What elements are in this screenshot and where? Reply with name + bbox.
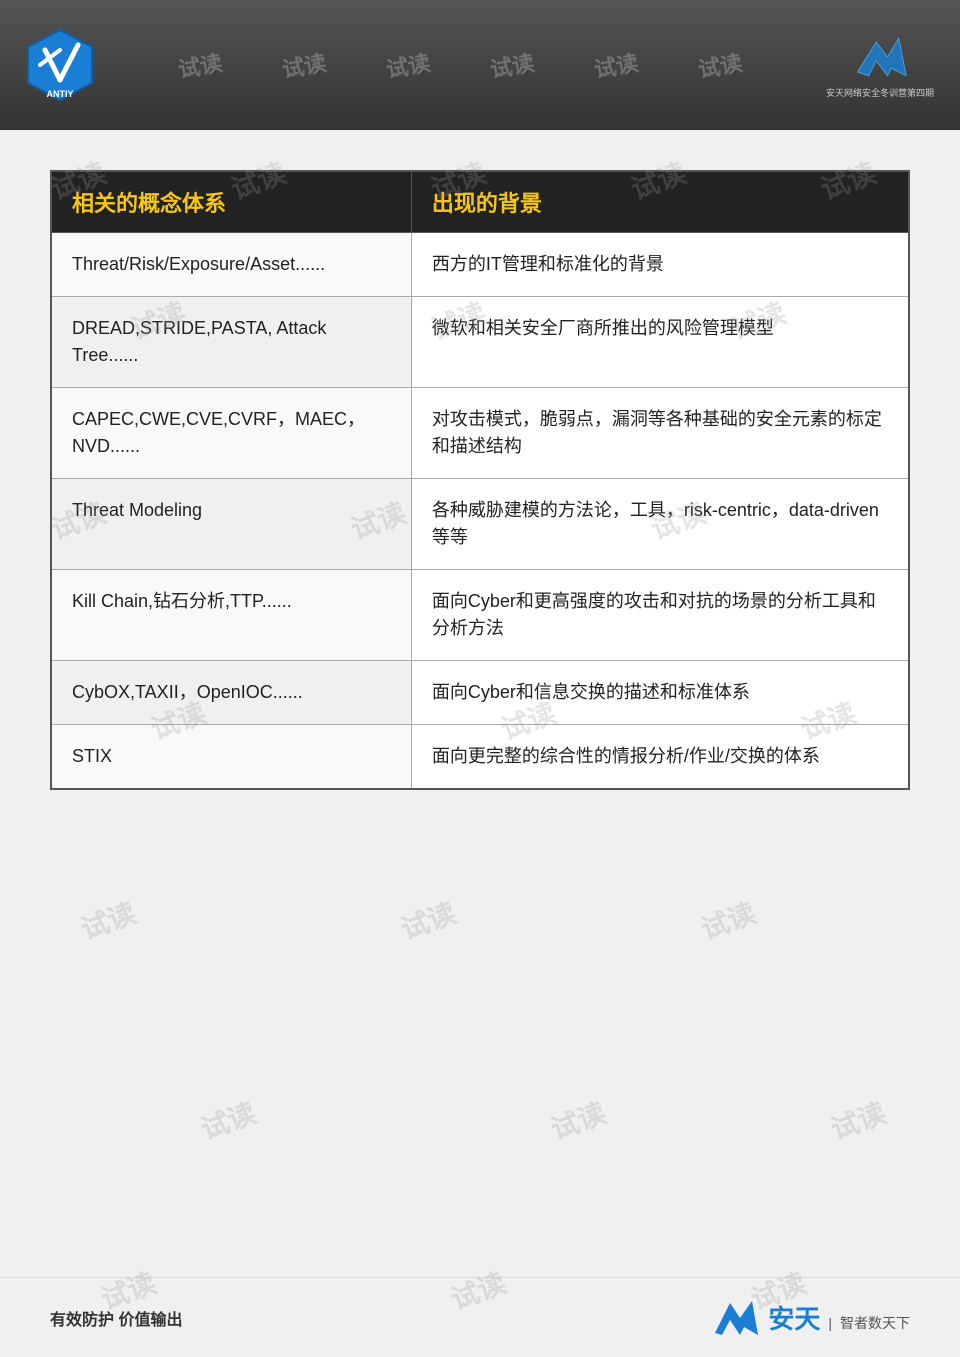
table-row: STIX面向更完整的综合性的情报分析/作业/交换的体系 bbox=[51, 725, 909, 790]
footer-right: 安天 | 智者数天下 bbox=[710, 1298, 910, 1338]
table-cell-col2-2: 对攻击模式，脆弱点，漏洞等各种基础的安全元素的标定和描述结构 bbox=[411, 388, 909, 479]
table-cell-col1-4: Kill Chain,钻石分析,TTP...... bbox=[51, 570, 411, 661]
table-cell-col1-3: Threat Modeling bbox=[51, 479, 411, 570]
table-row: CybOX,TAXII，OpenIOC......面向Cyber和信息交换的描述… bbox=[51, 661, 909, 725]
col1-header: 相关的概念体系 bbox=[51, 171, 411, 233]
header-wm-1: 试读 bbox=[176, 45, 225, 84]
footer: 有效防护 价值输出 安天 | 智者数天下 bbox=[0, 1277, 960, 1357]
table-header-row: 相关的概念体系 出现的背景 bbox=[51, 171, 909, 233]
watermark-16: 试读 bbox=[395, 892, 461, 949]
table-row: Threat Modeling各种威胁建模的方法论，工具，risk-centri… bbox=[51, 479, 909, 570]
footer-left-text: 有效防护 价值输出 bbox=[50, 1306, 182, 1330]
table-cell-col2-4: 面向Cyber和更高强度的攻击和对抗的场景的分析工具和分析方法 bbox=[411, 570, 909, 661]
table-cell-col2-0: 西方的IT管理和标准化的背景 bbox=[411, 233, 909, 297]
header-wm-2: 试读 bbox=[280, 45, 329, 84]
header-watermarks: 试读 试读 试读 试读 试读 试读 bbox=[100, 49, 820, 81]
table-row: Kill Chain,钻石分析,TTP......面向Cyber和更高强度的攻击… bbox=[51, 570, 909, 661]
header-wm-3: 试读 bbox=[384, 45, 433, 84]
table-row: Threat/Risk/Exposure/Asset......西方的IT管理和… bbox=[51, 233, 909, 297]
table-cell-col1-1: DREAD,STRIDE,PASTA, Attack Tree...... bbox=[51, 297, 411, 388]
logo-area: ANTIY bbox=[20, 25, 100, 105]
table-cell-col2-5: 面向Cyber和信息交换的描述和标准体系 bbox=[411, 661, 909, 725]
header-right-logo: 安天网络安全冬训营第四期 bbox=[820, 25, 940, 105]
header-brand-subtitle: 安天网络安全冬训营第四期 bbox=[826, 86, 934, 99]
main-table: 相关的概念体系 出现的背景 Threat/Risk/Exposure/Asset… bbox=[50, 170, 910, 790]
col2-header: 出现的背景 bbox=[411, 171, 909, 233]
header: ANTIY 试读 试读 试读 试读 试读 试读 安天网络安全冬训营第四期 bbox=[0, 0, 960, 130]
table-cell-col1-0: Threat/Risk/Exposure/Asset...... bbox=[51, 233, 411, 297]
header-wm-4: 试读 bbox=[488, 45, 537, 84]
watermark-15: 试读 bbox=[75, 892, 141, 949]
main-content: 相关的概念体系 出现的背景 Threat/Risk/Exposure/Asset… bbox=[0, 130, 960, 830]
table-row: CAPEC,CWE,CVE,CVRF，MAEC，NVD......对攻击模式，脆… bbox=[51, 388, 909, 479]
table-cell-col1-2: CAPEC,CWE,CVE,CVRF，MAEC，NVD...... bbox=[51, 388, 411, 479]
table-cell-col2-6: 面向更完整的综合性的情报分析/作业/交换的体系 bbox=[411, 725, 909, 790]
footer-brand-sub: 智者数天下 bbox=[840, 1313, 910, 1333]
table-cell-col2-1: 微软和相关安全厂商所推出的风险管理模型 bbox=[411, 297, 909, 388]
watermark-19: 试读 bbox=[545, 1092, 611, 1149]
footer-logo-icon bbox=[710, 1298, 760, 1338]
watermark-20: 试读 bbox=[825, 1092, 891, 1149]
footer-brand-area: 安天 | 智者数天下 bbox=[768, 1299, 910, 1336]
watermark-18: 试读 bbox=[195, 1092, 261, 1149]
svg-text:ANTIY: ANTIY bbox=[47, 89, 74, 99]
watermark-17: 试读 bbox=[695, 892, 761, 949]
header-wm-6: 试读 bbox=[696, 45, 745, 84]
header-wm-5: 试读 bbox=[592, 45, 641, 84]
footer-brand-text: 安天 bbox=[768, 1299, 820, 1336]
footer-separator: | bbox=[828, 1315, 832, 1331]
table-cell-col1-5: CybOX,TAXII，OpenIOC...... bbox=[51, 661, 411, 725]
logo-hexagon: ANTIY bbox=[20, 25, 100, 105]
table-cell-col1-6: STIX bbox=[51, 725, 411, 790]
table-cell-col2-3: 各种威胁建模的方法论，工具，risk-centric，data-driven等等 bbox=[411, 479, 909, 570]
table-row: DREAD,STRIDE,PASTA, Attack Tree......微软和… bbox=[51, 297, 909, 388]
